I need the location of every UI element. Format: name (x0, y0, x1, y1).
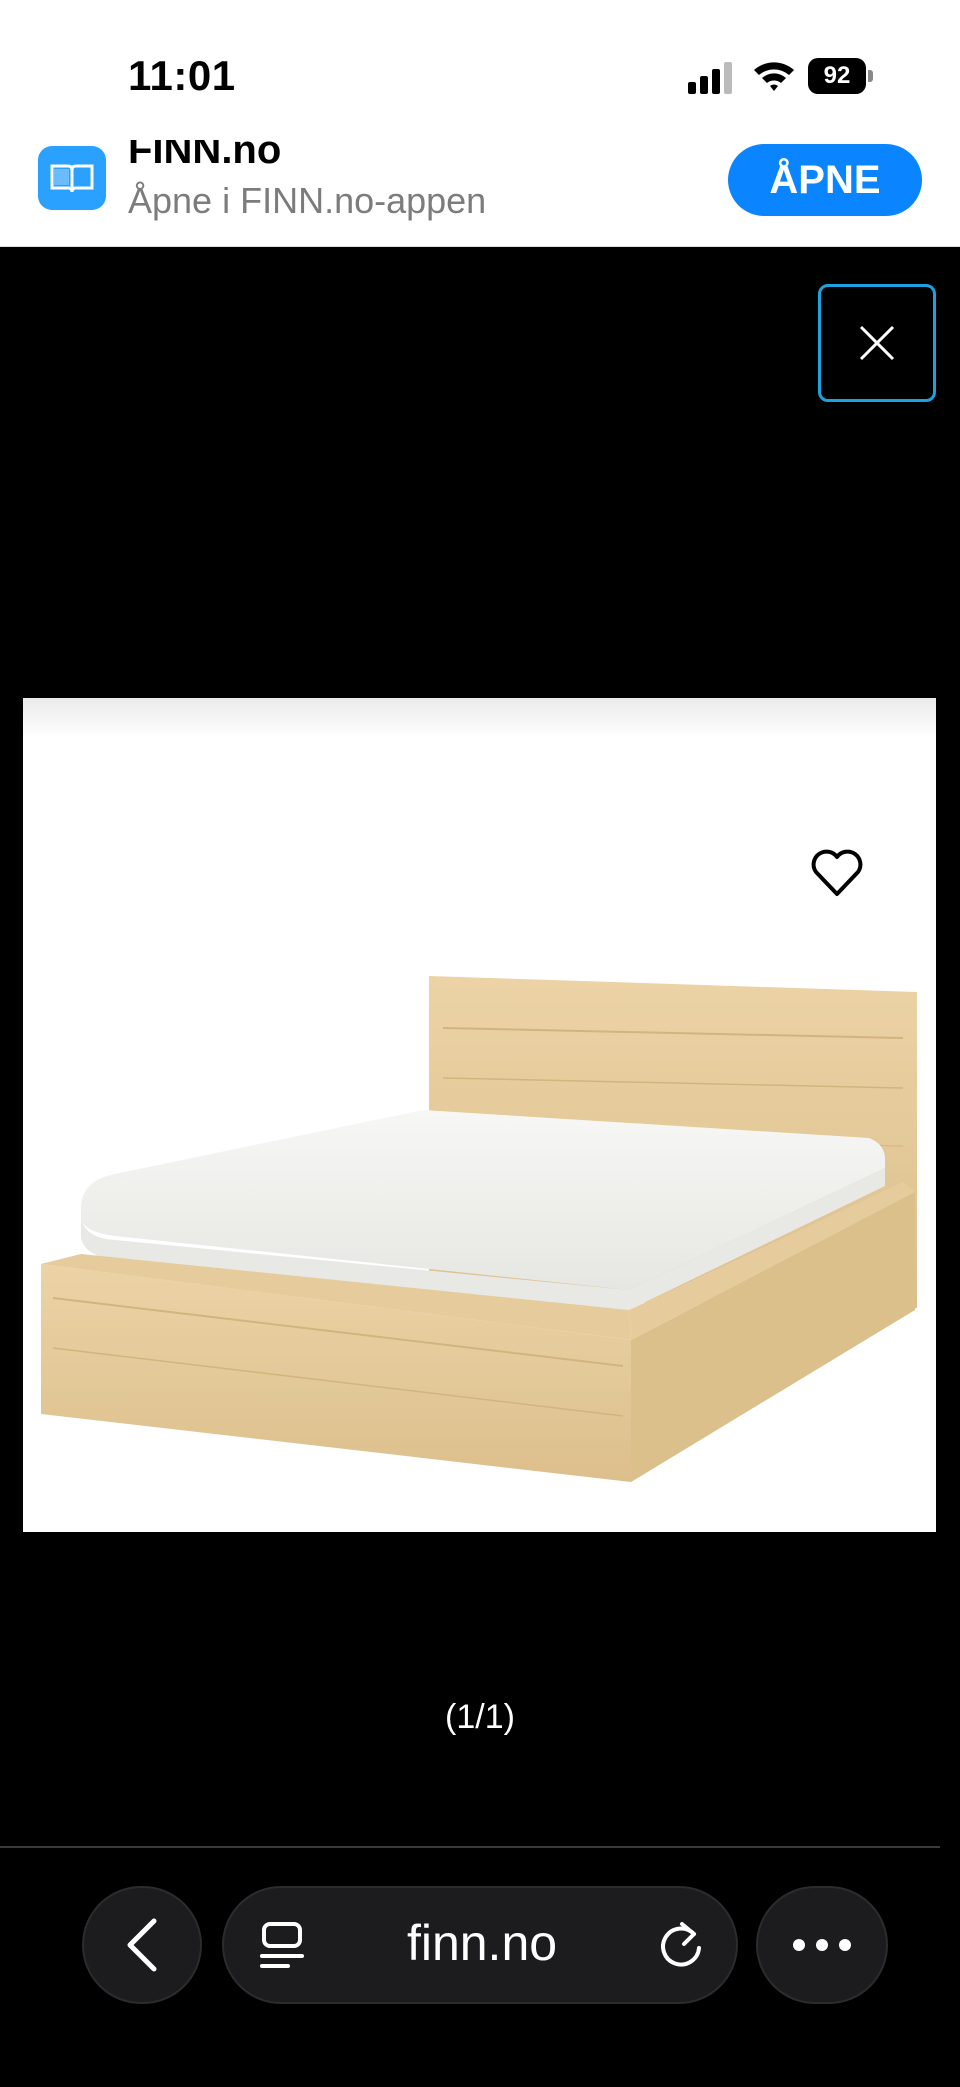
wifi-icon (754, 62, 794, 91)
more-icon (793, 1939, 851, 1951)
open-app-button[interactable]: ÅPNE (728, 144, 922, 216)
battery-level: 92 (808, 58, 866, 94)
image-counter: (1/1) (445, 1698, 515, 1736)
more-button[interactable] (756, 1886, 888, 2004)
bed-illustration (23, 698, 936, 1482)
heart-icon[interactable] (810, 848, 864, 898)
app-name: FINN.no (128, 140, 282, 172)
app-subtitle: Åpne i FINN.no-appen (128, 180, 487, 221)
battery-indicator: 92 (808, 58, 874, 94)
app-banner: FINN.no Åpne i FINN.no-appen ÅPNE (0, 140, 960, 247)
address-bar[interactable]: finn.no (222, 1886, 738, 2004)
back-button[interactable] (82, 1886, 202, 2004)
battery-cap (868, 70, 873, 82)
toolbar-divider (0, 1846, 940, 1848)
book-icon (38, 146, 106, 210)
status-time: 11:01 (128, 52, 236, 99)
product-image[interactable] (23, 698, 936, 1532)
status-bar: 11:01 92 (0, 0, 960, 140)
close-icon (859, 325, 895, 361)
close-button[interactable] (818, 284, 936, 402)
cellular-signal-icon (688, 62, 732, 94)
reload-icon[interactable] (656, 1918, 706, 1972)
chevron-left-icon (127, 1918, 157, 1972)
